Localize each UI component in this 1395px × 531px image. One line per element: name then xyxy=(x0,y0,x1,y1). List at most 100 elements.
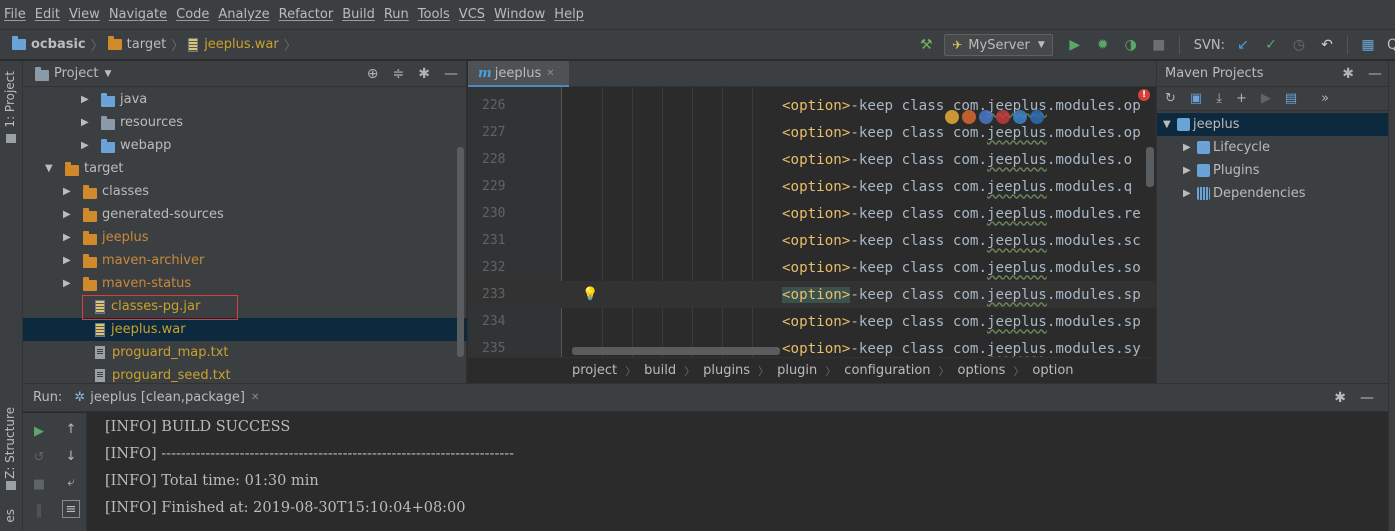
chevron-right-icon[interactable]: ▶ xyxy=(81,117,95,128)
more-icon[interactable]: » xyxy=(1321,91,1329,106)
chrome-icon[interactable] xyxy=(945,110,959,124)
code-editor[interactable]: 226 <option>-keep class com.jeeplus.modul… xyxy=(468,87,1156,357)
editor-horizontal-scrollbar[interactable] xyxy=(572,347,780,355)
gear-icon[interactable]: ✱ xyxy=(1334,390,1346,406)
hide-panel-icon[interactable]: — xyxy=(1360,390,1374,406)
history-icon[interactable]: ◷ xyxy=(1290,36,1308,54)
menu-run[interactable]: Run xyxy=(384,7,409,22)
opera-icon[interactable] xyxy=(996,110,1010,124)
maven-tree-item[interactable]: ▶ Lifecycle xyxy=(1157,136,1388,159)
arrow-up-icon[interactable]: ↑ xyxy=(62,421,80,439)
chevron-right-icon[interactable]: ▶ xyxy=(81,140,95,151)
chevron-right-icon[interactable]: ▶ xyxy=(63,186,77,197)
close-icon[interactable]: ✕ xyxy=(251,392,259,403)
error-indicator-icon[interactable]: ! xyxy=(1138,89,1150,101)
scroll-from-source-icon[interactable]: ⊕ xyxy=(367,66,379,82)
revert-icon[interactable]: ↶ xyxy=(1318,36,1336,54)
code-line[interactable]: 226 <option>-keep class com.jeeplus.modul… xyxy=(468,92,1156,119)
code-line[interactable]: 235 <option>-keep class com.jeeplus.modul… xyxy=(468,335,1156,357)
tree-item[interactable]: ▶ java xyxy=(23,88,467,111)
pause-icon[interactable]: ‖ xyxy=(30,502,48,520)
gear-icon[interactable]: ✱ xyxy=(418,66,430,82)
project-panel-title[interactable]: Project xyxy=(54,66,98,81)
tree-item[interactable]: ▶ maven-status xyxy=(23,272,467,295)
tree-item[interactable]: ▶ classes xyxy=(23,180,467,203)
xml-breadcrumb-item[interactable]: plugins xyxy=(703,363,750,378)
chevron-down-icon[interactable]: ▼ xyxy=(1163,119,1177,130)
add-icon[interactable]: + xyxy=(1236,91,1247,106)
maven-tree-item[interactable]: ▼ jeeplus xyxy=(1157,113,1388,136)
editor-tab-jeeplus[interactable]: m jeeplus ✕ xyxy=(468,61,569,87)
chevron-down-icon[interactable]: ▼ xyxy=(104,69,111,79)
chevron-right-icon[interactable]: ▶ xyxy=(1183,142,1197,153)
build-icon[interactable]: ⚒ xyxy=(917,36,935,54)
menu-edit[interactable]: Edit xyxy=(35,7,60,22)
scroll-to-end-icon[interactable]: ≡ xyxy=(62,500,80,518)
tree-item[interactable]: ▶ webapp xyxy=(23,134,467,157)
xml-breadcrumb-item[interactable]: plugin xyxy=(777,363,817,378)
download-icon[interactable]: ⤓ xyxy=(1216,91,1222,106)
code-line[interactable]: 232 <option>-keep class com.jeeplus.modul… xyxy=(468,254,1156,281)
edge-icon[interactable] xyxy=(1030,110,1044,124)
soft-wrap-icon[interactable]: ⤶ xyxy=(62,474,80,492)
tree-item[interactable]: ▶ jeeplus xyxy=(23,226,467,249)
chevron-right-icon[interactable]: ▶ xyxy=(63,255,77,266)
menu-analyze[interactable]: Analyze xyxy=(218,7,269,22)
gear-icon[interactable]: ✱ xyxy=(1342,66,1354,82)
xml-breadcrumb-item[interactable]: build xyxy=(644,363,676,378)
firefox-icon[interactable] xyxy=(962,110,976,124)
xml-breadcrumb-item[interactable]: option xyxy=(1032,363,1073,378)
svn-update-icon[interactable]: ↙ xyxy=(1234,36,1252,54)
xml-breadcrumb-item[interactable]: configuration xyxy=(844,363,930,378)
nav-crumb-ocbasic[interactable]: ocbasic 〉 xyxy=(12,35,104,54)
svn-commit-icon[interactable]: ✓ xyxy=(1262,36,1280,54)
code-line[interactable]: 233 💡 <option>-keep class com.jeeplus.modu… xyxy=(468,281,1156,308)
tool-tab-favorites[interactable]: es xyxy=(3,509,17,523)
tree-item[interactable]: jeeplus.war xyxy=(23,318,467,341)
coverage-icon[interactable]: ◑ xyxy=(1122,36,1140,54)
menu-code[interactable]: Code xyxy=(176,7,209,22)
tree-item[interactable]: proguard_map.txt xyxy=(23,341,467,364)
console-output[interactable]: [INFO] BUILD SUCCESS [INFO] -------------… xyxy=(105,413,1385,531)
tree-item[interactable]: ▶ resources xyxy=(23,111,467,134)
code-line[interactable]: 230 <option>-keep class com.jeeplus.modul… xyxy=(468,200,1156,227)
ie-icon[interactable] xyxy=(1013,110,1027,124)
collapse-all-icon[interactable]: ≑ xyxy=(393,66,405,82)
project-tree-scrollbar[interactable] xyxy=(457,147,464,357)
close-icon[interactable]: ✕ xyxy=(546,68,554,79)
hide-panel-icon[interactable]: — xyxy=(1368,66,1382,82)
nav-crumb-war[interactable]: jeeplus.war 〉 xyxy=(188,35,297,54)
nav-crumb-target[interactable]: target 〉 xyxy=(107,35,184,54)
code-line[interactable]: 231 <option>-keep class com.jeeplus.modul… xyxy=(468,227,1156,254)
lightbulb-icon[interactable]: 💡 xyxy=(582,287,598,302)
stop-icon[interactable]: ■ xyxy=(30,476,48,494)
run-tab-jeeplus[interactable]: ✲ jeeplus [clean,package] ✕ xyxy=(74,390,259,405)
rerun-failed-icon[interactable]: ↺ xyxy=(30,449,48,467)
run-config-selector[interactable]: ✈ MyServer ▼ xyxy=(944,34,1053,56)
execute-goal-icon[interactable]: ▤ xyxy=(1285,91,1297,106)
chevron-right-icon[interactable]: ▶ xyxy=(63,278,77,289)
code-line[interactable]: 234 <option>-keep class com.jeeplus.modul… xyxy=(468,308,1156,335)
menu-vcs[interactable]: VCS xyxy=(459,7,485,22)
menu-tools[interactable]: Tools xyxy=(418,7,450,22)
maven-tree-item[interactable]: ▶ Plugins xyxy=(1157,159,1388,182)
code-line[interactable]: 228 <option>-keep class com.jeeplus.modul… xyxy=(468,146,1156,173)
tool-tab-structure[interactable]: Z: Structure xyxy=(3,407,17,479)
code-line[interactable]: 227 <option>-keep class com.jeeplus.modul… xyxy=(468,119,1156,146)
reimport-icon[interactable]: ↻ xyxy=(1165,91,1176,106)
tree-item[interactable]: ▶ maven-archiver xyxy=(23,249,467,272)
tree-item[interactable]: ▶ generated-sources xyxy=(23,203,467,226)
menu-view[interactable]: View xyxy=(69,7,100,22)
menu-file[interactable]: File xyxy=(4,7,26,22)
menu-window[interactable]: Window xyxy=(494,7,545,22)
run-maven-icon[interactable]: ▶ xyxy=(1261,91,1271,106)
safari-icon[interactable] xyxy=(979,110,993,124)
project-structure-icon[interactable]: ▦ xyxy=(1359,36,1377,54)
chevron-down-icon[interactable]: ▼ xyxy=(45,163,59,174)
xml-breadcrumb-item[interactable]: options xyxy=(958,363,1006,378)
tree-item[interactable]: ▼ target xyxy=(23,157,467,180)
tree-item[interactable]: proguard_seed.txt xyxy=(23,364,467,383)
chevron-right-icon[interactable]: ▶ xyxy=(63,232,77,243)
debug-icon[interactable]: ✹ xyxy=(1094,36,1112,54)
chevron-right-icon[interactable]: ▶ xyxy=(1183,165,1197,176)
